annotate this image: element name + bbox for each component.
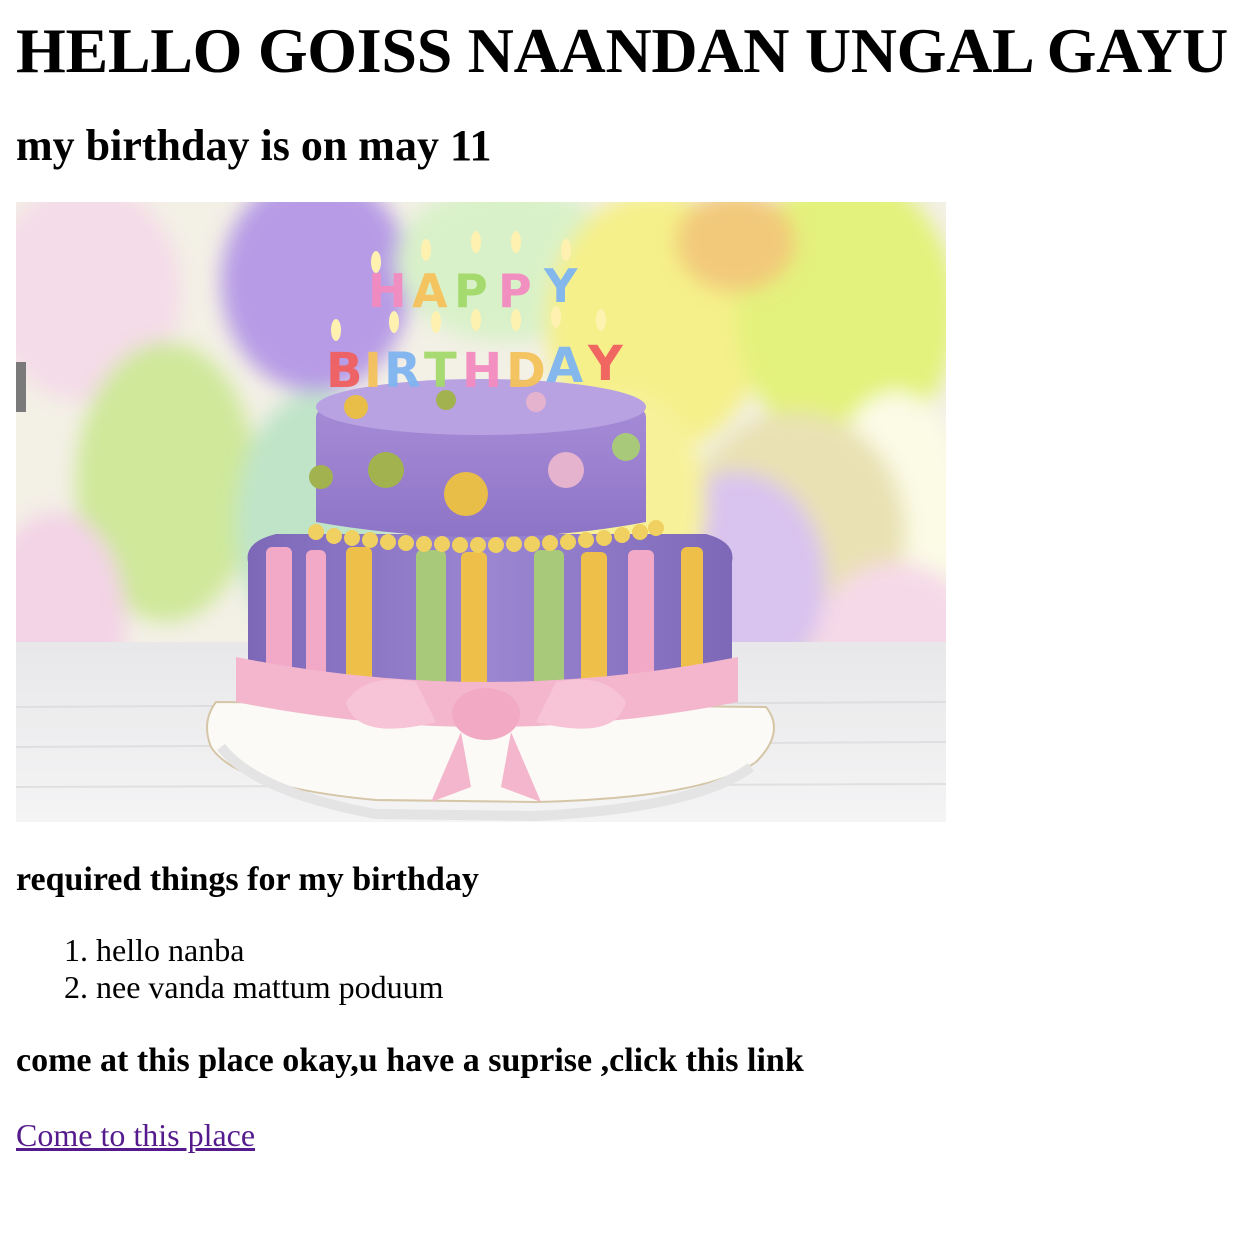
cake-illustration: H A P P Y B I R T H D A Y — [16, 202, 946, 822]
birthday-cake-image: H A P P Y B I R T H D A Y — [16, 202, 946, 822]
svg-text:T: T — [424, 343, 457, 399]
svg-text:H: H — [462, 343, 502, 399]
svg-text:A: A — [546, 338, 583, 394]
page-title: HELLO GOISS NAANDAN UNGAL GAYU — [16, 15, 1228, 86]
svg-text:I: I — [364, 343, 382, 399]
place-link[interactable]: Come to this place — [16, 1115, 255, 1155]
list-item: hello nanba — [96, 932, 1242, 969]
required-things-list: hello nanba nee vanda mattum poduum — [16, 932, 1242, 1006]
list-item: nee vanda mattum poduum — [96, 969, 1242, 1006]
required-things-heading: required things for my birthday — [16, 861, 479, 898]
page-body: HELLO GOISS NAANDAN UNGAL GAYU my birthd… — [0, 0, 1258, 1155]
svg-text:R: R — [384, 343, 421, 399]
place-heading: come at this place okay,u have a suprise… — [16, 1042, 804, 1079]
svg-text:B: B — [326, 343, 363, 399]
svg-text:Y: Y — [587, 336, 624, 392]
svg-text:D: D — [506, 343, 546, 399]
svg-text:A: A — [412, 264, 448, 318]
birthday-date-heading: my birthday is on may 11 — [16, 121, 492, 170]
svg-text:Y: Y — [543, 259, 578, 313]
svg-text:H: H — [368, 264, 407, 318]
svg-text:P: P — [454, 264, 488, 318]
